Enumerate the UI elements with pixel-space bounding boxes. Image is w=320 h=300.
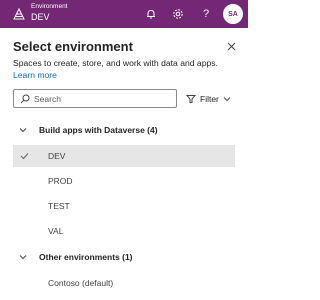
gear-icon[interactable] xyxy=(172,8,184,20)
search-input[interactable] xyxy=(34,92,174,105)
environment-icon xyxy=(13,7,25,20)
environment-item-dev[interactable]: DEV xyxy=(13,145,235,167)
top-bar: Environment DEV ? SA xyxy=(0,0,248,28)
environment-item-contoso[interactable]: Contoso (default) xyxy=(13,272,235,294)
group-header-other[interactable]: Other environments (1) xyxy=(0,246,248,268)
search-icon xyxy=(20,94,30,104)
group-header-dataverse[interactable]: Build apps with Dataverse (4) xyxy=(0,119,248,141)
filter-label: Filter xyxy=(200,94,219,104)
close-icon[interactable] xyxy=(227,42,236,51)
environment-item-label: TEST xyxy=(48,201,70,211)
description-text: Spaces to create, store, and work with d… xyxy=(13,58,218,68)
bell-icon[interactable] xyxy=(145,8,157,20)
environment-item-label: VAL xyxy=(48,226,64,236)
environment-item-test[interactable]: TEST xyxy=(13,195,235,217)
chevron-down-icon xyxy=(223,97,231,102)
filter-button[interactable]: Filter xyxy=(186,93,235,105)
environment-label: Environment xyxy=(31,3,68,10)
learn-more-link[interactable]: Learn more xyxy=(13,70,57,80)
group-label: Other environments (1) xyxy=(39,252,133,262)
environment-item-val[interactable]: VAL xyxy=(13,220,235,242)
avatar[interactable]: SA xyxy=(223,4,243,24)
chevron-down-icon xyxy=(19,128,27,133)
environment-switcher[interactable]: Environment DEV xyxy=(31,3,68,23)
environment-item-prod[interactable]: PROD xyxy=(13,170,235,192)
chevron-down-icon xyxy=(19,255,27,260)
panel-title: Select environment xyxy=(13,39,133,54)
environment-item-label: DEV xyxy=(48,151,66,161)
help-icon[interactable]: ? xyxy=(200,8,212,20)
current-environment-name: DEV xyxy=(31,12,50,22)
search-box[interactable] xyxy=(13,89,177,108)
environment-item-label: Contoso (default) xyxy=(48,278,114,288)
panel-description: Spaces to create, store, and work with d… xyxy=(13,57,239,81)
check-icon xyxy=(20,153,29,160)
group-label: Build apps with Dataverse (4) xyxy=(39,125,158,135)
environment-item-label: PROD xyxy=(48,176,73,186)
filter-icon xyxy=(186,95,196,103)
